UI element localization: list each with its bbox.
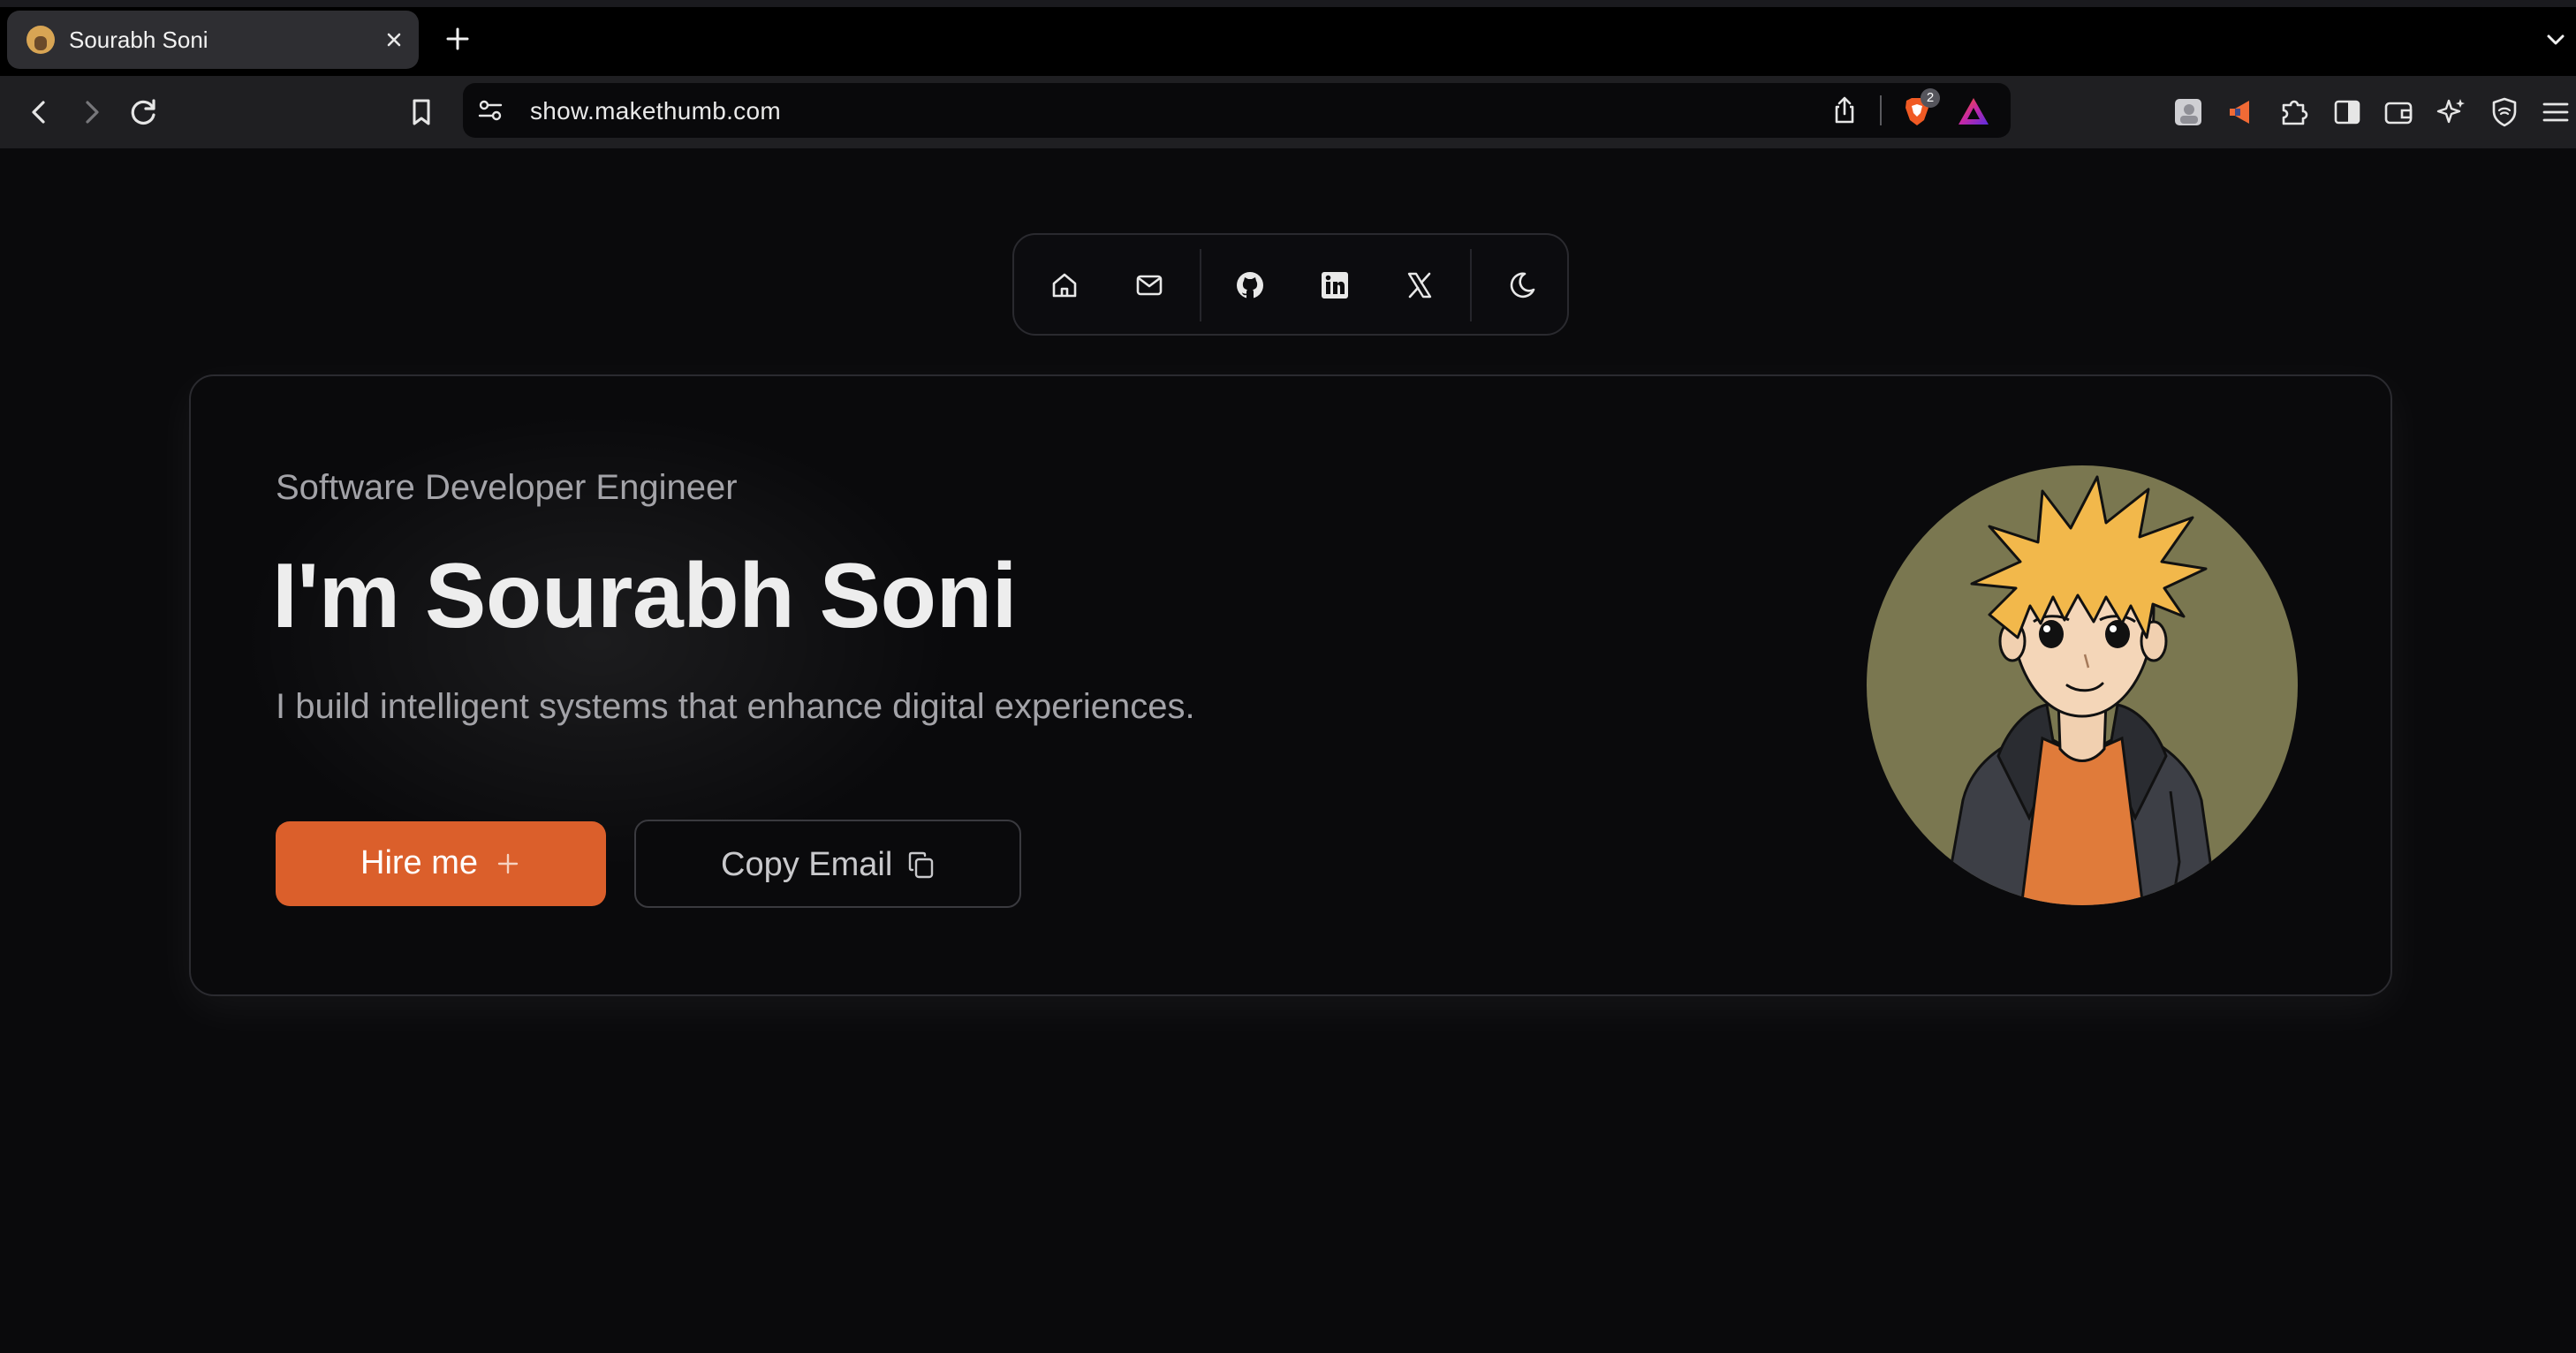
plus-icon	[497, 853, 519, 874]
close-icon[interactable]	[380, 26, 408, 54]
site-settings-icon[interactable]	[475, 95, 505, 125]
nav-divider	[1200, 249, 1201, 321]
address-bar[interactable]: show.makethumb.com 2	[463, 83, 2011, 138]
leo-ai-icon[interactable]	[2433, 94, 2470, 131]
hero-tagline: I build intelligent systems that enhance…	[276, 687, 1195, 726]
copy-email-button[interactable]: Copy Email	[634, 820, 1021, 908]
reload-icon[interactable]	[125, 94, 163, 131]
brave-rewards-icon[interactable]	[1956, 95, 1991, 127]
extension-icon[interactable]	[2170, 94, 2207, 131]
shields-count-badge: 2	[1921, 88, 1940, 108]
wallet-icon[interactable]	[2380, 94, 2417, 131]
menu-icon[interactable]	[2537, 94, 2574, 131]
announcement-extension-icon[interactable]	[2223, 94, 2260, 131]
hero-card: Software Developer Engineer I'm Sourabh …	[189, 374, 2392, 996]
nav-divider	[1470, 249, 1472, 321]
x-icon[interactable]	[1401, 267, 1438, 304]
hire-me-label: Hire me	[360, 844, 479, 881]
bookmark-icon[interactable]	[403, 94, 440, 131]
tab-title: Sourabh Soni	[69, 26, 208, 53]
hero-headline: I'm Sourabh Soni	[272, 545, 1018, 647]
copy-email-label: Copy Email	[721, 846, 893, 883]
sidebar-icon[interactable]	[2329, 94, 2366, 131]
new-tab-plus-icon[interactable]	[440, 21, 475, 57]
moon-icon[interactable]	[1504, 267, 1541, 304]
avatar-favicon-icon	[27, 26, 55, 54]
address-bar-divider	[1880, 95, 1882, 125]
linkedin-icon[interactable]	[1316, 267, 1353, 304]
share-icon[interactable]	[1829, 94, 1860, 126]
back-icon[interactable]	[21, 94, 58, 131]
vpn-icon[interactable]	[2486, 94, 2523, 131]
browser-tab[interactable]: Sourabh Soni	[7, 11, 419, 69]
extensions-puzzle-icon[interactable]	[2276, 94, 2313, 131]
home-icon[interactable]	[1046, 267, 1083, 304]
mail-icon[interactable]	[1131, 267, 1168, 304]
browser-toolbar: show.makethumb.com 2	[0, 76, 2576, 148]
github-icon[interactable]	[1231, 267, 1269, 304]
tab-strip: Sourabh Soni	[0, 0, 2576, 76]
copy-icon	[908, 851, 934, 879]
hero-subtitle: Software Developer Engineer	[276, 468, 738, 507]
forward-icon[interactable]	[72, 94, 110, 131]
social-nav-dock	[1012, 233, 1569, 336]
chevron-down-icon[interactable]	[2542, 26, 2569, 53]
url-text[interactable]: show.makethumb.com	[530, 97, 781, 125]
avatar	[1867, 465, 2298, 905]
hire-me-button[interactable]: Hire me	[276, 821, 606, 906]
